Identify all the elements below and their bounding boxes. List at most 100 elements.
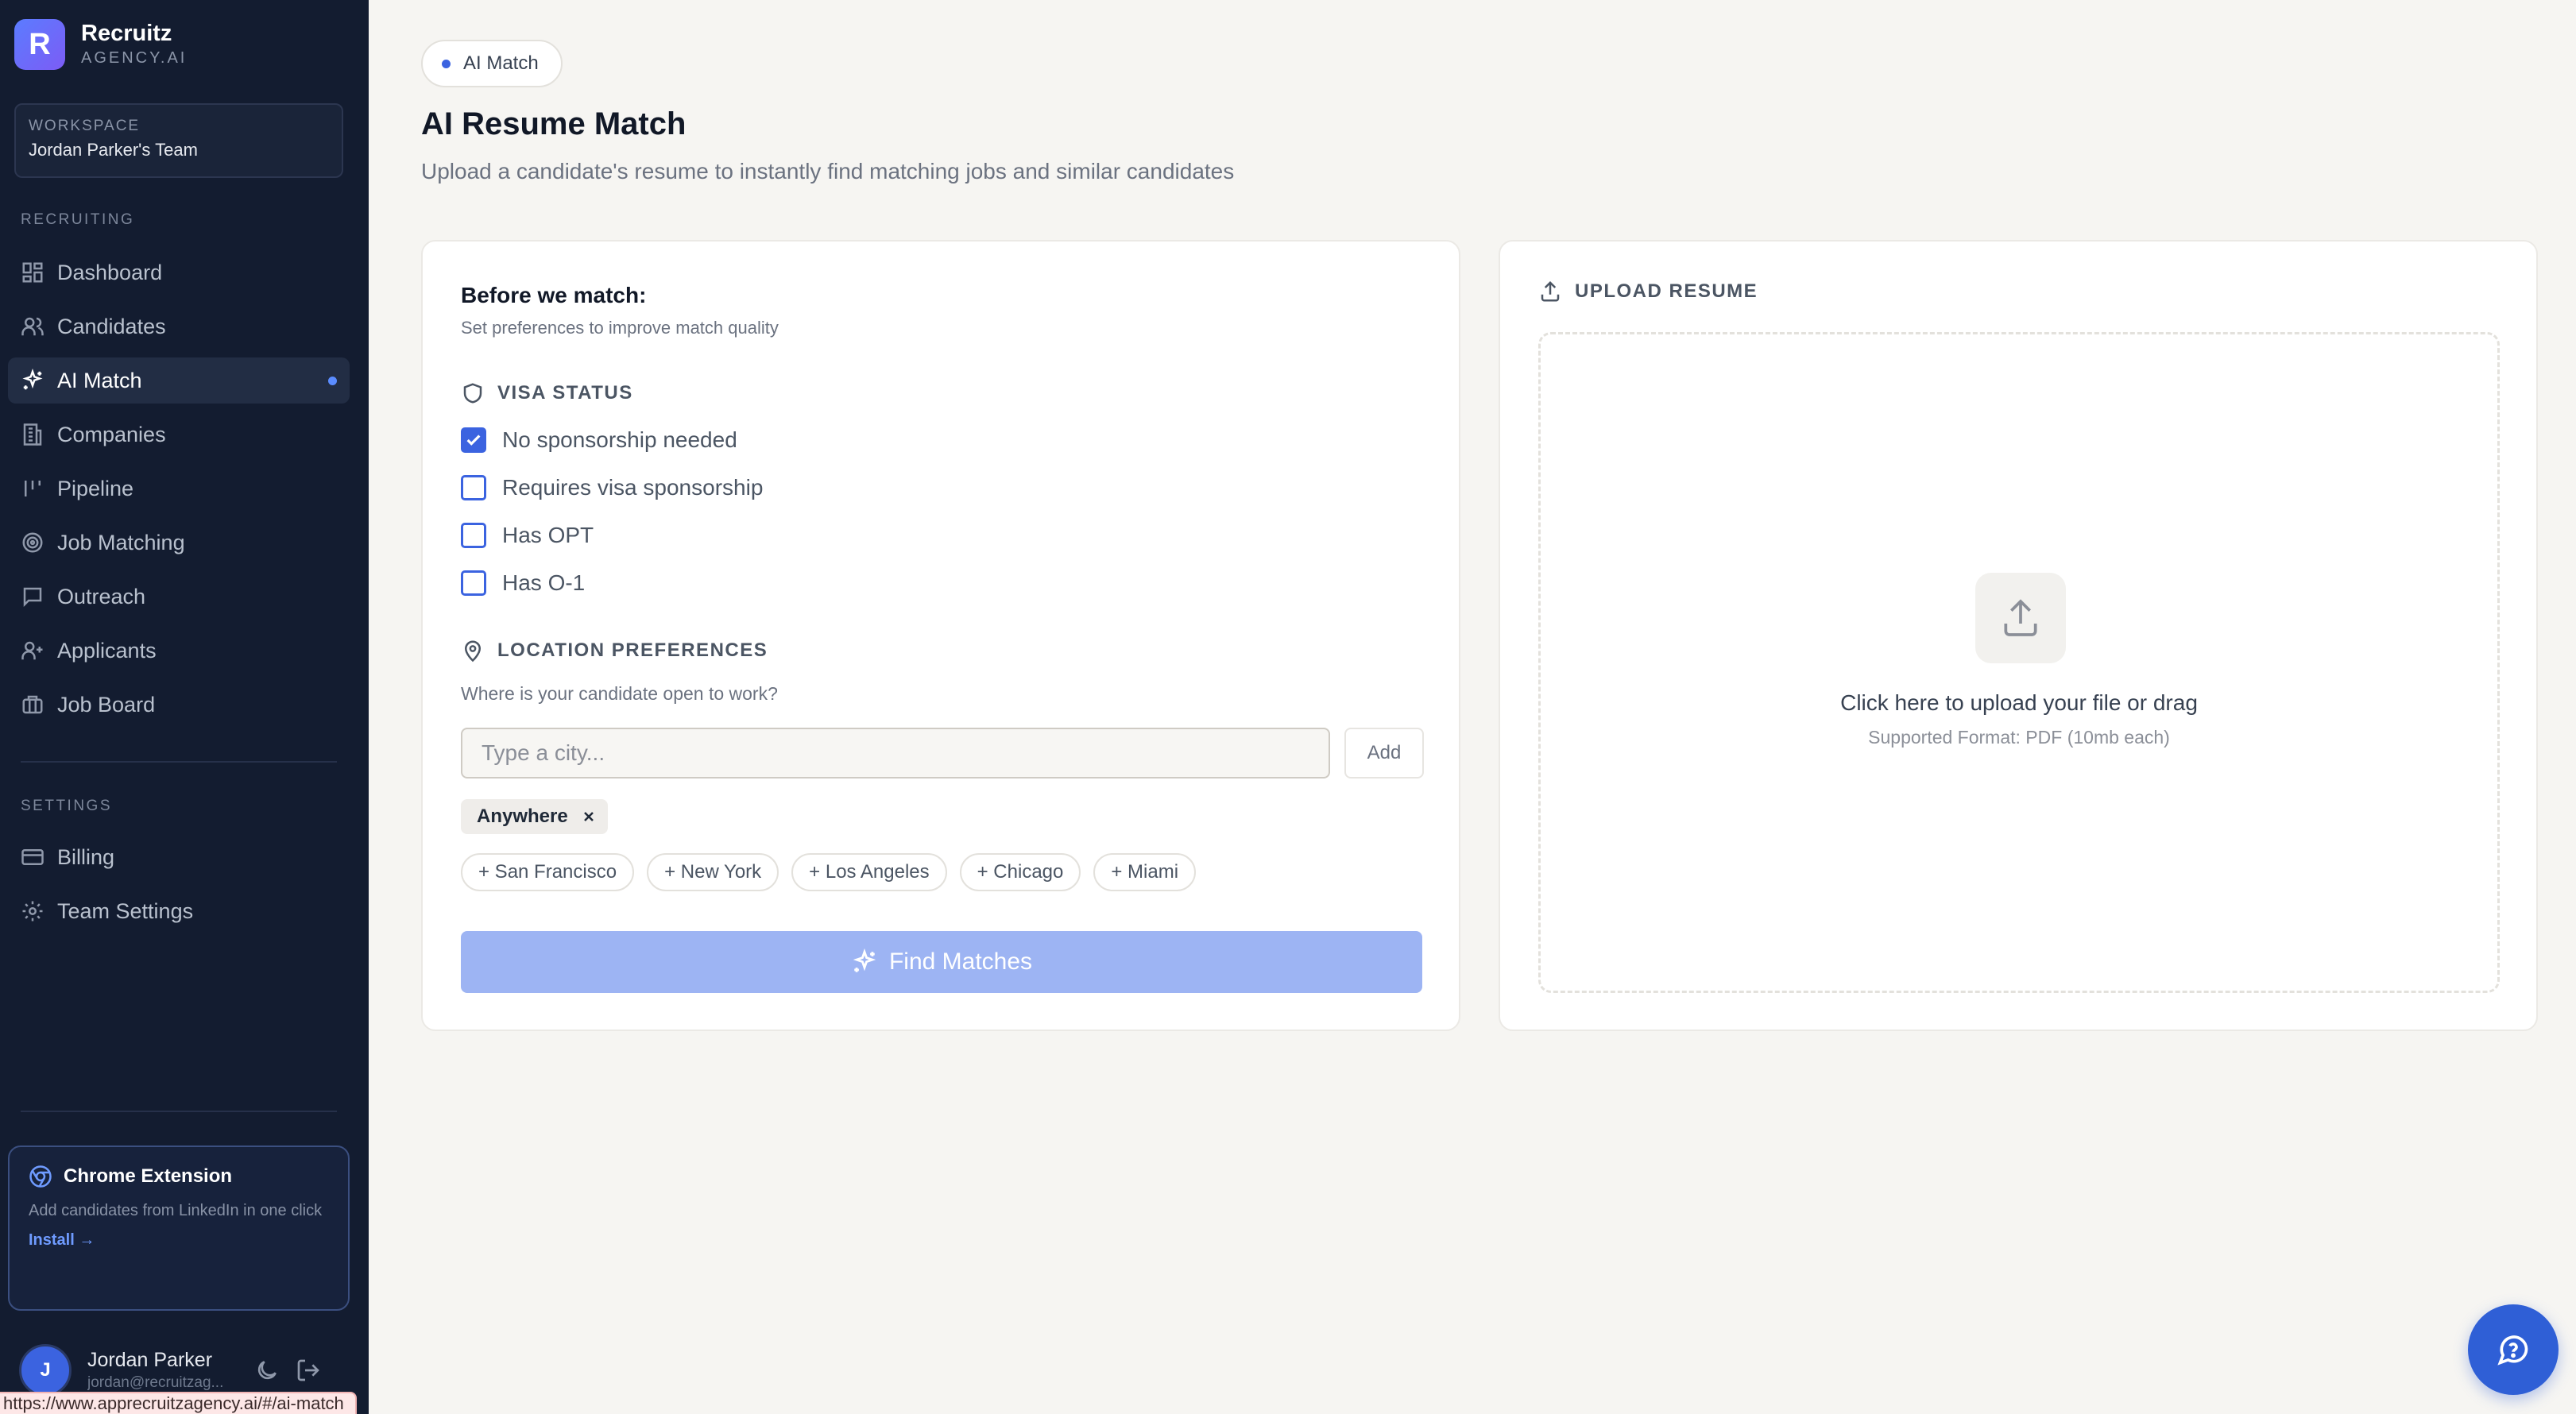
sidebar-item-companies[interactable]: Companies	[8, 411, 350, 458]
upload-heading: UPLOAD RESUME	[1538, 280, 1758, 303]
preferences-title: Before we match:	[461, 283, 647, 307]
find-matches-label: Find Matches	[888, 948, 1033, 975]
location-preferences-label: LOCATION PREFERENCES	[497, 639, 768, 661]
location-preferences-heading: LOCATION PREFERENCES	[461, 639, 768, 663]
visa-option-has-o1[interactable]: Has O-1	[461, 570, 585, 596]
checkbox-checked[interactable]	[461, 427, 486, 453]
sidebar-item-outreach[interactable]: Outreach	[8, 574, 350, 620]
suggestion-chicago[interactable]: + Chicago	[959, 853, 1081, 891]
target-icon	[22, 532, 43, 553]
nav-settings: Billing Team Settings	[8, 834, 350, 942]
visa-option-label: Has O-1	[502, 570, 586, 595]
workspace-label: WORKSPACE	[29, 118, 141, 134]
sidebar-item-ai-match[interactable]: AI Match	[8, 357, 350, 404]
brand[interactable]: R Recruitz AGENCY.AI	[14, 19, 187, 70]
dropzone-format-hint: Supported Format: PDF (10mb each)	[1868, 727, 2170, 748]
sparkles-icon	[853, 948, 876, 972]
location-tag-anywhere: Anywhere	[461, 799, 608, 834]
sidebar-item-label: Companies	[57, 422, 166, 446]
badge-dot	[442, 59, 451, 68]
visa-status-heading: VISA STATUS	[461, 381, 633, 405]
add-city-button[interactable]: Add	[1344, 728, 1424, 778]
sidebar-item-billing[interactable]: Billing	[8, 834, 350, 880]
avatar[interactable]: J	[19, 1344, 72, 1397]
checkbox[interactable]	[461, 523, 486, 548]
location-question: Where is your candidate open to work?	[461, 683, 778, 704]
credit-card-icon	[21, 849, 44, 865]
sidebar-item-label: Candidates	[57, 314, 166, 338]
workspace-switcher[interactable]: WORKSPACE Jordan Parker's Team	[14, 103, 343, 178]
page-subtitle: Upload a candidate's resume to instantly…	[421, 159, 1235, 184]
building-icon	[23, 423, 42, 446]
sidebar-item-label: Applicants	[57, 638, 157, 663]
visa-option-no-sponsorship[interactable]: No sponsorship needed	[461, 427, 737, 453]
visa-option-requires-sponsorship[interactable]: Requires visa sponsorship	[461, 475, 763, 500]
workspace-name: Jordan Parker's Team	[29, 140, 198, 160]
preferences-subtitle: Set preferences to improve match quality	[461, 318, 779, 338]
resume-dropzone[interactable]: Click here to upload your file or drag S…	[1538, 332, 2500, 993]
sidebar-item-applicants[interactable]: Applicants	[8, 628, 350, 674]
dropzone-title: Click here to upload your file or drag	[1840, 690, 2198, 715]
city-suggestions: + San Francisco + New York + Los Angeles…	[461, 853, 1209, 891]
extension-description: Add candidates from LinkedIn in one clic…	[29, 1202, 323, 1219]
checkbox[interactable]	[461, 475, 486, 500]
help-chat-icon	[2497, 1335, 2528, 1366]
nav-divider	[21, 1111, 337, 1112]
sidebar-item-label: Team Settings	[57, 898, 194, 923]
sparkles-icon	[22, 369, 43, 390]
sidebar-item-dashboard[interactable]: Dashboard	[8, 249, 350, 296]
extension-install-link[interactable]: Install →	[29, 1231, 329, 1250]
moon-icon[interactable]	[254, 1358, 280, 1383]
preferences-card: Before we match: Set preferences to impr…	[421, 240, 1460, 1031]
sidebar-item-job-board[interactable]: Job Board	[8, 682, 350, 728]
user-email: jordan@recruitzag...	[87, 1374, 224, 1391]
logout-icon[interactable]	[296, 1358, 321, 1383]
suggestion-san-francisco[interactable]: + San Francisco	[461, 853, 635, 891]
pipeline-icon	[25, 481, 41, 496]
brand-logo: R	[14, 19, 65, 70]
sidebar-item-label: AI Match	[57, 368, 142, 392]
shield-icon	[463, 383, 482, 404]
gear-icon	[22, 901, 43, 921]
extension-title: Chrome Extension	[64, 1165, 233, 1187]
map-pin-icon	[464, 640, 482, 663]
sidebar-item-label: Outreach	[57, 584, 146, 608]
sidebar-item-label: Job Matching	[57, 530, 185, 554]
help-chat-button[interactable]	[2468, 1304, 2559, 1395]
nav-section-recruiting: RECRUITING	[21, 211, 135, 228]
chrome-icon	[29, 1165, 52, 1188]
suggestion-new-york[interactable]: + New York	[647, 853, 779, 891]
sidebar-item-label: Pipeline	[57, 476, 134, 500]
browser-status-url: https://www.apprecruitzagency.ai/#/ai-ma…	[0, 1392, 357, 1414]
sidebar-item-job-matching[interactable]: Job Matching	[8, 520, 350, 566]
sidebar-item-label: Billing	[57, 844, 115, 869]
visa-status-label: VISA STATUS	[497, 382, 633, 404]
brand-name: Recruitz	[81, 21, 172, 46]
chrome-extension-card: Chrome Extension Add candidates from Lin…	[8, 1145, 350, 1311]
message-icon	[23, 587, 42, 608]
active-indicator-dot	[328, 377, 337, 385]
sidebar-item-pipeline[interactable]: Pipeline	[8, 466, 350, 512]
nav-recruiting: Dashboard Candidates AI Match Companies …	[8, 249, 350, 736]
sidebar-item-team-settings[interactable]: Team Settings	[8, 888, 350, 934]
dropzone-icon-box	[1975, 573, 2066, 663]
briefcase-icon	[22, 695, 43, 714]
check-icon	[466, 435, 481, 446]
find-matches-button[interactable]: Find Matches	[461, 931, 1422, 993]
visa-option-has-opt[interactable]: Has OPT	[461, 523, 594, 548]
city-input[interactable]	[461, 728, 1330, 778]
visa-option-label: No sponsorship needed	[502, 427, 737, 452]
close-icon[interactable]	[581, 809, 597, 825]
suggestion-los-angeles[interactable]: + Los Angeles	[791, 853, 947, 891]
upload-icon	[1541, 280, 1560, 302]
users-icon	[21, 317, 44, 336]
sidebar-item-label: Dashboard	[57, 260, 163, 284]
upload-card: UPLOAD RESUME Click here to upload your …	[1499, 240, 2538, 1031]
brand-tagline: AGENCY.AI	[81, 49, 188, 67]
user-plus-icon	[21, 641, 43, 660]
location-tag-label: Anywhere	[477, 806, 568, 827]
sidebar-item-candidates[interactable]: Candidates	[8, 303, 350, 350]
checkbox[interactable]	[461, 570, 486, 596]
suggestion-miami[interactable]: + Miami	[1093, 853, 1197, 891]
user-name: Jordan Parker	[87, 1349, 213, 1371]
